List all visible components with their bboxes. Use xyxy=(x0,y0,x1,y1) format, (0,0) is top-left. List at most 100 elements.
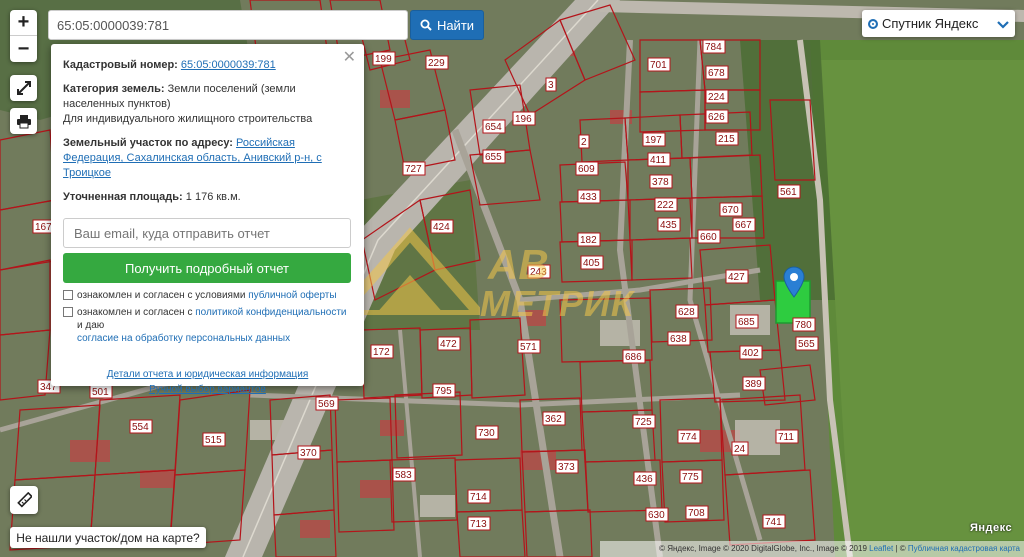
parcel-number-label[interactable]: 626 xyxy=(708,112,725,123)
parcel-number-label[interactable]: 554 xyxy=(132,422,149,433)
parcel-number-label[interactable]: 197 xyxy=(645,135,662,146)
parcel-number-label[interactable]: 774 xyxy=(680,432,697,443)
parcel-number-label[interactable]: 654 xyxy=(485,122,502,133)
parcel-number-label[interactable]: 725 xyxy=(635,417,652,428)
parcel-number-label[interactable]: 515 xyxy=(205,435,222,446)
parcel-number-label[interactable]: 2 xyxy=(581,137,587,148)
parcel-number-label[interactable]: 172 xyxy=(373,347,390,358)
parcel-number-label[interactable]: 182 xyxy=(580,235,597,246)
fullscreen-button[interactable] xyxy=(10,75,37,101)
parcel-number-label[interactable]: 775 xyxy=(682,472,699,483)
category-row: Категория земель: Земли поселений (земли… xyxy=(63,82,352,127)
parcel-number-label[interactable]: 229 xyxy=(428,58,445,69)
yandex-logo: Яндекс xyxy=(970,522,1013,534)
parcel-number-label[interactable]: 561 xyxy=(780,187,797,198)
radio-icon xyxy=(868,18,878,29)
parcel-number-label[interactable]: 24 xyxy=(734,444,746,455)
parcel-number-label[interactable]: 222 xyxy=(657,200,674,211)
parcel-number-label[interactable]: 370 xyxy=(300,448,317,459)
parcel-number-label[interactable]: 678 xyxy=(708,68,725,79)
close-icon[interactable]: ✕ xyxy=(343,50,356,66)
privacy-checkbox[interactable] xyxy=(63,307,73,317)
parcel-number-label[interactable]: 472 xyxy=(440,339,457,350)
public-cadastral-map-link[interactable]: Публичная кадастровая карта xyxy=(908,544,1020,553)
parcel-number-label[interactable]: 714 xyxy=(470,492,487,503)
parcel-number-label[interactable]: 609 xyxy=(578,164,595,175)
parcel-number-label[interactable]: 565 xyxy=(798,339,815,350)
public-offer-link[interactable]: публичной оферты xyxy=(248,290,336,301)
parcel-number-label[interactable]: 362 xyxy=(545,414,562,425)
map-layer-select[interactable]: Спутник Яндекс xyxy=(862,10,1015,37)
parcel-number-label[interactable]: 628 xyxy=(678,307,695,318)
zoom-out-button[interactable]: − xyxy=(10,36,37,62)
not-found-button[interactable]: Не нашли участок/дом на карте? xyxy=(10,527,206,548)
parcel-number-label[interactable]: 667 xyxy=(735,220,752,231)
parcel-number-label[interactable]: 378 xyxy=(652,177,669,188)
zoom-control: + − xyxy=(10,10,37,62)
address-row: Земельный участок по адресу: Российская … xyxy=(63,136,352,181)
map-tools xyxy=(10,75,37,101)
privacy-policy-link[interactable]: политикой конфиденциальности xyxy=(195,307,346,318)
report-details-link[interactable]: Детали отчета и юридическая информация xyxy=(107,369,309,380)
parcel-number-label[interactable]: 630 xyxy=(648,510,665,521)
parcel-number-label[interactable]: 686 xyxy=(625,352,642,363)
print-button[interactable] xyxy=(10,108,37,134)
parcel-number-label[interactable]: 373 xyxy=(558,462,575,473)
area-value: 1 176 кв.м. xyxy=(185,191,241,203)
parcel-number-label[interactable]: 215 xyxy=(718,134,735,145)
parcel-number-label[interactable]: 795 xyxy=(435,386,452,397)
parcel-number-label[interactable]: 638 xyxy=(670,334,687,345)
attribution-text: © Яндекс, Image © 2020 DigitalGlobe, Inc… xyxy=(659,544,867,553)
measure-button[interactable] xyxy=(10,486,38,514)
parcel-number-label[interactable]: 713 xyxy=(470,519,487,530)
parcel-number-label[interactable]: 583 xyxy=(395,470,412,481)
parcel-number-label[interactable]: 199 xyxy=(375,54,392,65)
parcel-number-label[interactable]: 435 xyxy=(660,220,677,231)
parcel-number-label[interactable]: 727 xyxy=(405,164,422,175)
consent-privacy-tail: и даю xyxy=(77,320,105,331)
parcel-number-label[interactable]: 436 xyxy=(636,474,653,485)
parcel-number-label[interactable]: 196 xyxy=(515,114,532,125)
cadastral-label: Кадастровый номер: xyxy=(63,59,178,71)
search-button[interactable]: Найти xyxy=(410,10,484,40)
parcel-number-label[interactable]: 660 xyxy=(700,232,717,243)
parcel-number-label[interactable]: 3 xyxy=(548,80,554,91)
chevron-down-icon xyxy=(997,16,1009,32)
parcel-number-label[interactable]: 711 xyxy=(778,432,794,443)
parcel-number-label[interactable]: 224 xyxy=(708,92,725,103)
consent-privacy-row: ознакомлен и согласен с политикой конфид… xyxy=(63,306,352,345)
offer-checkbox[interactable] xyxy=(63,290,73,300)
parcel-number-label[interactable]: 780 xyxy=(795,320,812,331)
leaflet-link[interactable]: Leaflet xyxy=(869,544,893,553)
parcel-number-label[interactable]: 167 xyxy=(35,222,52,233)
parcel-number-label[interactable]: 405 xyxy=(583,258,600,269)
parcel-number-label[interactable]: 685 xyxy=(738,317,755,328)
parcel-number-label[interactable]: 708 xyxy=(688,508,705,519)
parcel-number-label[interactable]: 655 xyxy=(485,152,502,163)
zoom-in-button[interactable]: + xyxy=(10,10,37,36)
parcel-number-label[interactable]: 730 xyxy=(478,428,495,439)
parcel-number-label[interactable]: 569 xyxy=(318,399,335,410)
email-field[interactable] xyxy=(63,218,351,248)
parcel-number-label[interactable]: 427 xyxy=(728,272,745,283)
personal-data-link[interactable]: согласие на обработку персональных данны… xyxy=(77,333,290,344)
parcel-number-label[interactable]: 389 xyxy=(745,379,762,390)
manual-selection-link[interactable]: Ручной выбор вариантов xyxy=(149,384,266,395)
category-label: Категория земель: xyxy=(63,83,165,95)
cadastral-number-link[interactable]: 65:05:0000039:781 xyxy=(181,59,276,71)
cadastral-search-input[interactable] xyxy=(48,10,408,40)
search-icon xyxy=(420,19,432,31)
address-label: Земельный участок по адресу: xyxy=(63,137,233,149)
parcel-number-label[interactable]: 411 xyxy=(650,155,666,166)
area-row: Уточненная площадь: 1 176 кв.м. xyxy=(63,190,352,205)
parcel-number-label[interactable]: 670 xyxy=(722,205,739,216)
parcel-number-label[interactable]: 701 xyxy=(650,60,667,71)
usage-value: Для индивидуального жилищного строительс… xyxy=(63,113,313,125)
parcel-number-label[interactable]: 433 xyxy=(580,192,597,203)
parcel-number-label[interactable]: 402 xyxy=(742,348,759,359)
parcel-number-label[interactable]: 741 xyxy=(765,517,782,528)
parcel-number-label[interactable]: 571 xyxy=(520,342,537,353)
parcel-number-label[interactable]: 784 xyxy=(705,42,722,53)
printer-icon xyxy=(16,114,31,128)
get-report-button[interactable]: Получить подробный отчет xyxy=(63,253,351,283)
